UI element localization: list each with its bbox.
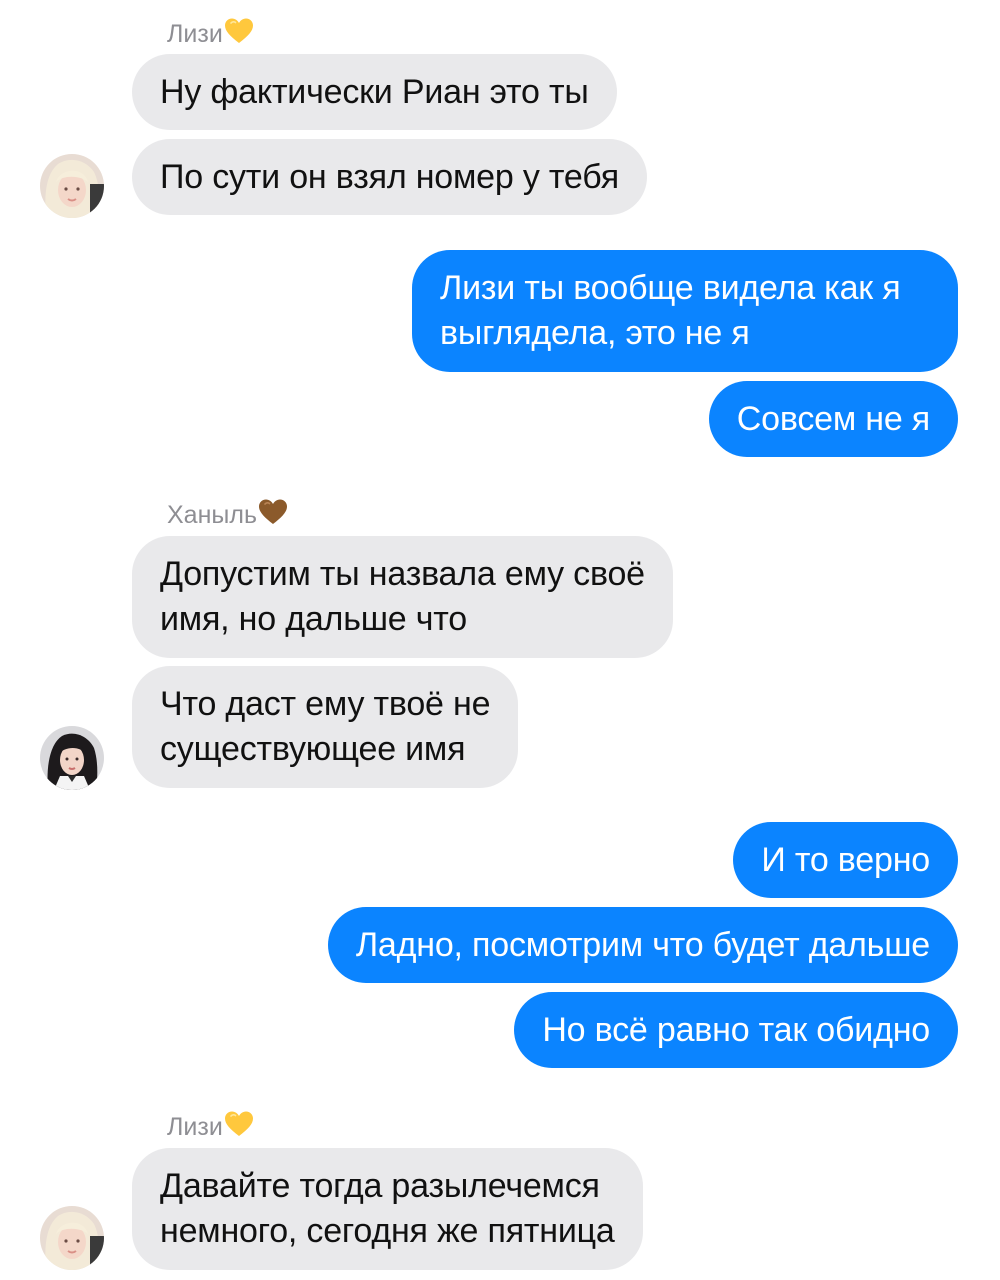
yellow-heart-icon [224,17,254,52]
sender-name-hanyl: Ханыль [167,498,288,533]
message-bubble-incoming[interactable]: Что даст ему твоё не существующее имя [132,666,519,788]
sender-name-text: Ханыль [167,501,257,529]
message-bubble-incoming[interactable]: По сути он взял номер у тебя [132,139,647,215]
avatar-hanyl[interactable] [40,726,104,790]
message-bubble-incoming[interactable]: Ну фактически Риан это ты [132,54,617,130]
message-bubble-outgoing[interactable]: И то верно [733,822,958,898]
message-bubble-outgoing[interactable]: Совсем не я [708,381,958,457]
message-text-line: существующее имя [160,730,466,768]
message-text: Но всё равно так обидно [542,1010,930,1049]
message-bubble-outgoing[interactable]: Лизи ты вообще видела как я выглядела, э… [412,250,958,372]
message-text: Ладно, посмотрим что будет дальше [355,925,930,964]
yellow-heart-icon [224,1110,254,1145]
sender-name-text: Лизи [167,1113,223,1141]
sender-name-lizi: Лизи [167,1110,254,1145]
message-text-line: Лизи ты вообще видела как я [440,269,901,307]
message-text-line: Давайте тогда разылечемся [160,1167,600,1205]
message-bubble-outgoing[interactable]: Ладно, посмотрим что будет дальше [327,907,958,983]
message-text-line: Допустим ты назвала ему своё [160,555,645,593]
brown-heart-icon [258,498,288,533]
message-text: Совсем не я [736,399,930,438]
avatar-lizi[interactable] [40,154,104,218]
message-text-line: выглядела, это не я [440,314,750,352]
message-text-line: Что даст ему твоё не [160,685,491,723]
message-text: Ну фактически Риан это ты [160,72,589,111]
sender-name-lizi: Лизи [167,17,254,52]
message-text-line: немного, сегодня же пятница [160,1212,615,1250]
message-text-line: имя, но дальше что [160,600,467,638]
message-bubble-incoming[interactable]: Допустим ты назвала ему своё имя, но дал… [132,536,673,658]
message-text: И то верно [761,840,930,879]
message-bubble-incoming[interactable]: Давайте тогда разылечемся немного, сегод… [132,1148,643,1270]
message-bubble-outgoing[interactable]: Но всё равно так обидно [514,992,958,1068]
message-text: По сути он взял номер у тебя [160,157,619,196]
sender-name-text: Лизи [167,20,223,48]
avatar-lizi[interactable] [40,1206,104,1270]
